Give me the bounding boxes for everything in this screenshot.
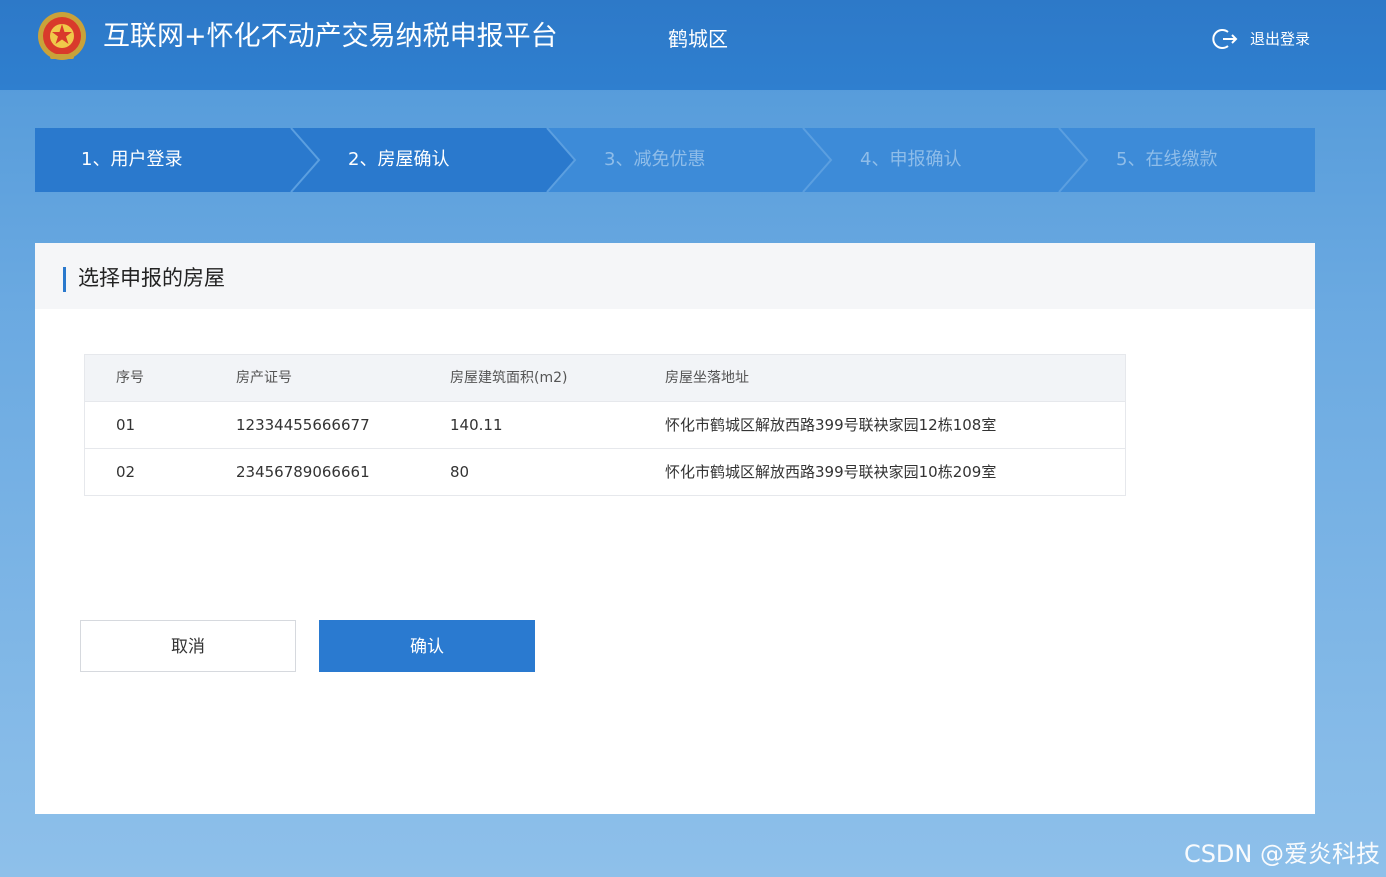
column-header-address: 房屋坐落地址 bbox=[665, 370, 749, 386]
logout-icon bbox=[1212, 29, 1238, 49]
cell-area: 140.11 bbox=[450, 416, 503, 434]
column-header-cert-no: 房产证号 bbox=[236, 370, 292, 386]
main-card: 选择申报的房屋 序号 房产证号 房屋建筑面积(m2) 房屋坐落地址 01 123… bbox=[35, 243, 1315, 814]
district-label: 鹤城区 bbox=[668, 27, 728, 51]
step-house-confirm: 2、房屋确认 bbox=[348, 149, 450, 170]
section-title: 选择申报的房屋 bbox=[78, 266, 225, 290]
national-emblem-icon bbox=[38, 12, 86, 60]
section-accent-bar bbox=[63, 267, 66, 292]
cell-cert-no: 23456789066661 bbox=[236, 463, 370, 481]
cell-index: 01 bbox=[116, 416, 136, 434]
step-discount: 3、减免优惠 bbox=[604, 149, 706, 170]
cell-address: 怀化市鹤城区解放西路399号联袂家园12栋108室 bbox=[665, 416, 997, 434]
cancel-button[interactable]: 取消 bbox=[80, 620, 296, 672]
top-header: 互联网+怀化不动产交易纳税申报平台 鹤城区 退出登录 bbox=[0, 0, 1386, 90]
table-row[interactable]: 01 12334455666677 140.11 怀化市鹤城区解放西路399号联… bbox=[85, 401, 1125, 448]
confirm-button[interactable]: 确认 bbox=[319, 620, 535, 672]
cell-area: 80 bbox=[450, 463, 470, 481]
section-header: 选择申报的房屋 bbox=[35, 243, 1315, 309]
app-title: 互联网+怀化不动产交易纳税申报平台 bbox=[103, 21, 558, 52]
table-row[interactable]: 02 23456789066661 80 怀化市鹤城区解放西路399号联袂家园1… bbox=[85, 448, 1125, 495]
cell-index: 02 bbox=[116, 463, 136, 481]
cell-cert-no: 12334455666677 bbox=[236, 416, 370, 434]
progress-steps: 1、用户登录 2、房屋确认 3、减免优惠 4、申报确认 5、在线缴款 bbox=[35, 128, 1315, 192]
logout-label: 退出登录 bbox=[1250, 30, 1311, 48]
watermark-text: CSDN @爱炎科技 bbox=[1183, 840, 1380, 868]
logout-button[interactable]: 退出登录 bbox=[1212, 26, 1310, 52]
table-header-row: 序号 房产证号 房屋建筑面积(m2) 房屋坐落地址 bbox=[85, 355, 1125, 401]
step-user-login: 1、用户登录 bbox=[81, 149, 183, 170]
house-table: 序号 房产证号 房屋建筑面积(m2) 房屋坐落地址 01 12334455666… bbox=[84, 354, 1126, 496]
step-online-payment: 5、在线缴款 bbox=[1116, 149, 1218, 170]
column-header-area: 房屋建筑面积(m2) bbox=[450, 370, 568, 386]
cell-address: 怀化市鹤城区解放西路399号联袂家园10栋209室 bbox=[665, 463, 997, 481]
column-header-index: 序号 bbox=[116, 370, 144, 386]
step-declare-confirm: 4、申报确认 bbox=[860, 149, 962, 170]
